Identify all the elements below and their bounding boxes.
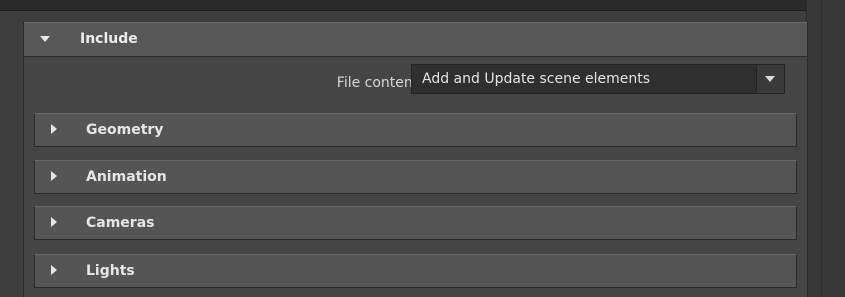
geometry-section-title: Geometry — [86, 122, 164, 138]
expand-triangle-icon — [40, 36, 50, 42]
cameras-section-header[interactable]: Cameras — [34, 206, 797, 240]
scroll-gutter — [806, 0, 845, 297]
file-content-dropdown[interactable]: Add and Update scene elements — [411, 64, 785, 94]
include-section-title: Include — [80, 31, 138, 47]
geometry-section-header[interactable]: Geometry — [34, 113, 797, 147]
include-section-header[interactable]: Include — [24, 22, 807, 57]
collapse-triangle-icon — [51, 171, 57, 181]
options-window: Include File content: Add and Update sce… — [0, 0, 845, 297]
collapse-triangle-icon — [51, 124, 57, 134]
file-content-label: File content: — [336, 75, 423, 91]
chevron-down-icon — [765, 76, 775, 82]
lights-section-title: Lights — [86, 263, 135, 279]
animation-section-title: Animation — [86, 169, 167, 185]
include-panel: Include File content: Add and Update sce… — [23, 22, 808, 297]
animation-section-header[interactable]: Animation — [34, 160, 797, 194]
collapse-triangle-icon — [51, 265, 57, 275]
collapse-triangle-icon — [51, 217, 57, 227]
lights-section-header[interactable]: Lights — [34, 254, 797, 288]
file-content-value: Add and Update scene elements — [422, 71, 651, 87]
dropdown-arrow-button[interactable] — [756, 65, 784, 93]
top-divider — [0, 0, 845, 11]
cameras-section-title: Cameras — [86, 215, 155, 231]
